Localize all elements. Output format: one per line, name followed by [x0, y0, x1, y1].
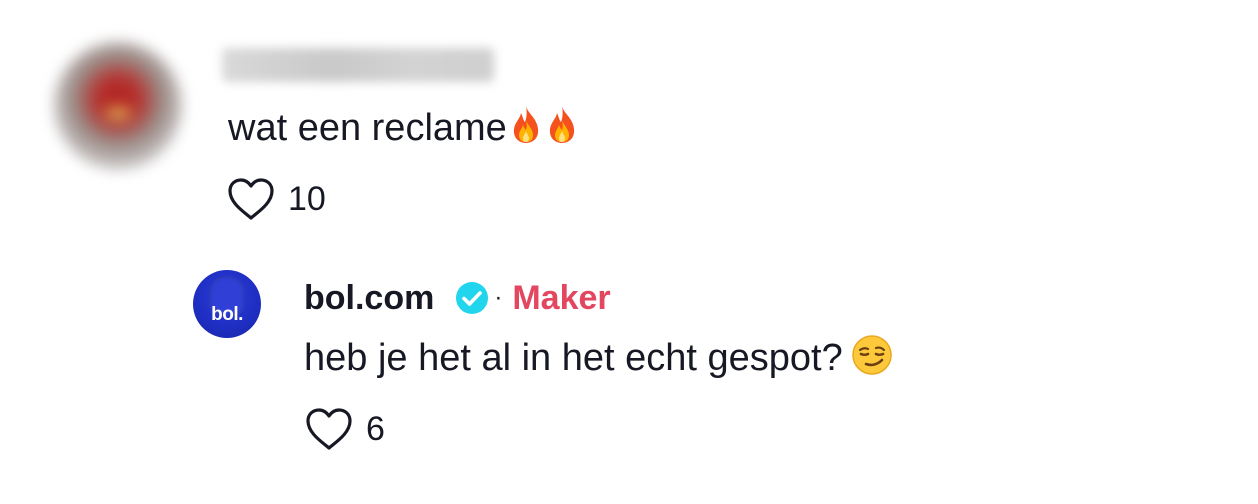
comment-text: wat een reclame — [228, 107, 507, 149]
reply-avatar[interactable]: bol. — [193, 270, 261, 338]
reply-username[interactable]: bol.com — [304, 276, 434, 320]
reply-header: bol.com · Maker — [304, 276, 611, 320]
comment-text-row: wat een reclame — [228, 104, 579, 152]
heart-icon[interactable] — [226, 176, 276, 222]
commenter-avatar[interactable] — [54, 42, 182, 170]
reply-text-row: heb je het al in het echt gespot? — [304, 334, 893, 382]
maker-badge: Maker — [512, 279, 611, 317]
comment-like-row: 10 — [226, 176, 326, 222]
reply-like-count: 6 — [366, 410, 385, 448]
smirking-face-icon — [852, 335, 892, 375]
verified-badge-icon — [456, 282, 489, 314]
reply-like-row: 6 — [304, 406, 385, 452]
commenter-username[interactable]: user2829479 — [222, 48, 494, 82]
reply-text: heb je het al in het echt gespot? — [304, 337, 843, 379]
comment-like-count: 10 — [288, 180, 326, 218]
fire-icon — [549, 106, 574, 143]
separator-dot: · — [494, 284, 503, 311]
fire-icon — [513, 106, 538, 143]
heart-icon[interactable] — [304, 406, 354, 452]
bol-logo: bol. — [211, 304, 243, 325]
